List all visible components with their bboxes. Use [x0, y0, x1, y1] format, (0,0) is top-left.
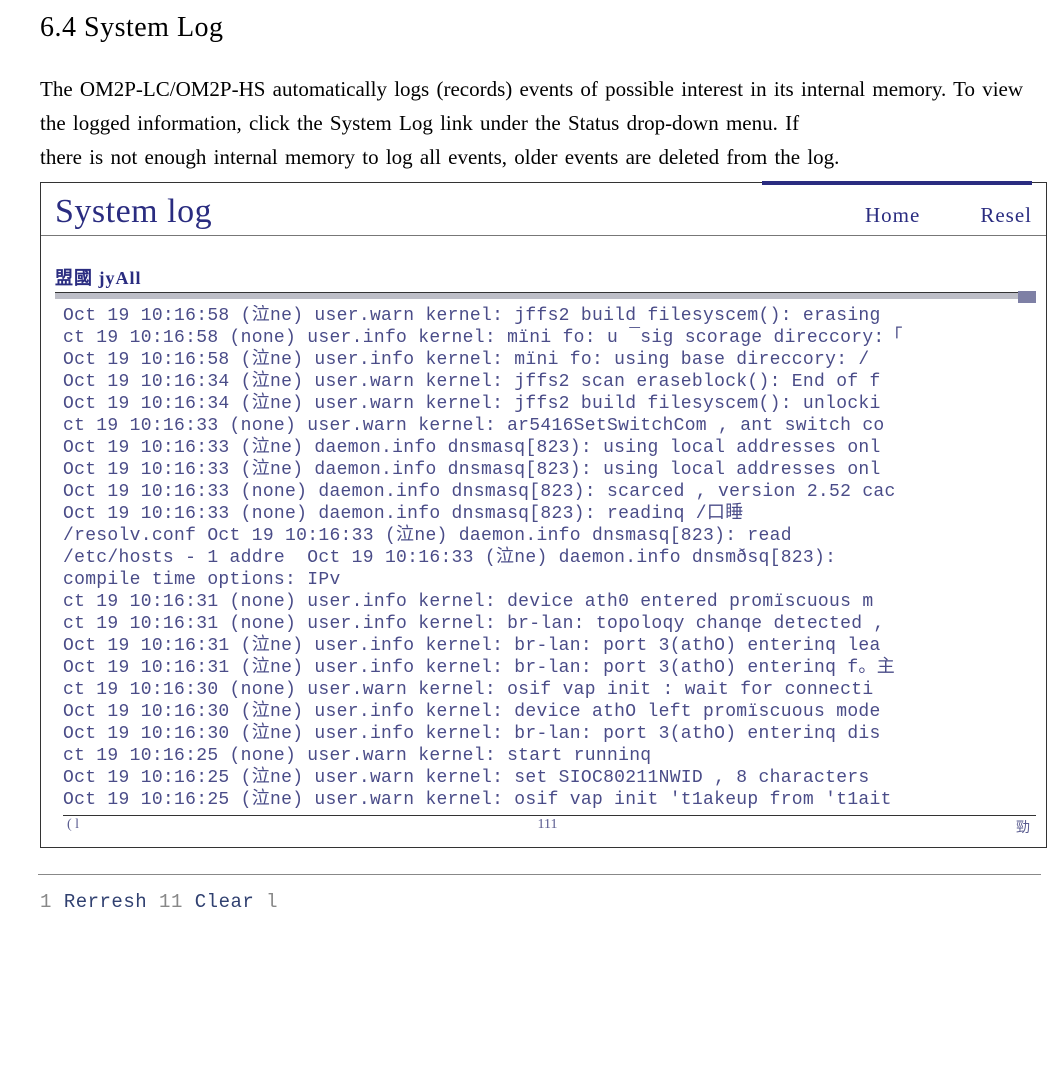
reset-link[interactable]: Resel	[980, 203, 1032, 228]
log-line: Oct 19 10:16:58 (泣ne) user.info kernel: …	[63, 349, 1036, 371]
log-line: /resolv.conf Oct 19 10:16:33 (泣ne) daemo…	[63, 525, 1036, 547]
log-line: Oct 19 10:16:58 (泣ne) user.warn kernel: …	[63, 305, 1036, 327]
button-bracket: 1	[40, 891, 64, 913]
log-line: Oct 19 10:16:33 (泣ne) daemon.info dnsmas…	[63, 459, 1036, 481]
footer-actions: 1 Rerresh 11 Clear l	[40, 891, 1051, 913]
log-line: compile time options: IPv	[63, 569, 1036, 591]
horizontal-scroll-foot[interactable]: ( l 111 勁	[67, 817, 1030, 837]
log-line: Oct 19 10:16:25 (泣ne) user.warn kernel: …	[63, 789, 1036, 811]
log-line: ct 19 10:16:25 (none) user.warn kernel: …	[63, 745, 1036, 767]
scroll-right-cap: 勁	[1016, 817, 1030, 837]
log-line: ct 19 10:16:31 (none) user.info kernel: …	[63, 613, 1036, 635]
button-bracket: 11	[159, 891, 195, 913]
intro-paragraph-1: The OM2P-LC/OM2P-HS automatically logs (…	[40, 72, 1051, 140]
subsection-label: 盟國 jyAll	[55, 264, 1046, 292]
panel-title: System log	[55, 193, 805, 231]
panel-header: System log Home Resel	[41, 185, 1046, 236]
clear-button[interactable]: Clear	[195, 891, 255, 913]
footer-divider	[38, 874, 1041, 875]
log-line: ct 19 10:16:31 (none) user.info kernel: …	[63, 591, 1036, 613]
log-line: ct 19 10:16:30 (none) user.warn kernel: …	[63, 679, 1036, 701]
section-title: 6.4 System Log	[40, 12, 1051, 44]
refresh-button[interactable]: Rerresh	[64, 891, 147, 913]
scroll-left-cap: ( l	[67, 817, 79, 837]
log-line: Oct 19 10:16:33 (none) daemon.info dnsma…	[63, 503, 1036, 525]
intro-paragraph-2: there is not enough internal memory to l…	[40, 140, 1051, 174]
scroll-mid: 111	[538, 817, 558, 837]
log-line: Oct 19 10:16:34 (泣ne) user.warn kernel: …	[63, 393, 1036, 415]
log-line: Oct 19 10:16:33 (none) daemon.info dnsma…	[63, 481, 1036, 503]
log-line: Oct 19 10:16:30 (泣ne) user.info kernel: …	[63, 701, 1036, 723]
home-link[interactable]: Home	[865, 203, 920, 228]
subsection-scrollbar[interactable]	[55, 292, 1034, 299]
log-line: Oct 19 10:16:30 (泣ne) user.info kernel: …	[63, 723, 1036, 745]
log-line: Oct 19 10:16:31 (泣ne) user.info kernel: …	[63, 635, 1036, 657]
log-line: Oct 19 10:16:33 (泣ne) daemon.info dnsmas…	[63, 437, 1036, 459]
log-line: ct 19 10:16:58 (none) user.info kernel: …	[63, 327, 1036, 349]
button-bracket: l	[254, 891, 278, 913]
log-line: Oct 19 10:16:25 (泣ne) user.warn kernel: …	[63, 767, 1036, 789]
system-log-panel: System log Home Resel 盟國 jyAll Oct 19 10…	[40, 182, 1047, 848]
log-line: Oct 19 10:16:31 (泣ne) user.info kernel: …	[63, 657, 1036, 679]
log-line: Oct 19 10:16:34 (泣ne) user.warn kernel: …	[63, 371, 1036, 393]
log-textarea[interactable]: Oct 19 10:16:58 (泣ne) user.warn kernel: …	[63, 305, 1036, 816]
log-line: /etc/hosts - 1 addre Oct 19 10:16:33 (泣n…	[63, 547, 1036, 569]
log-line: ct 19 10:16:33 (none) user.warn kernel: …	[63, 415, 1036, 437]
